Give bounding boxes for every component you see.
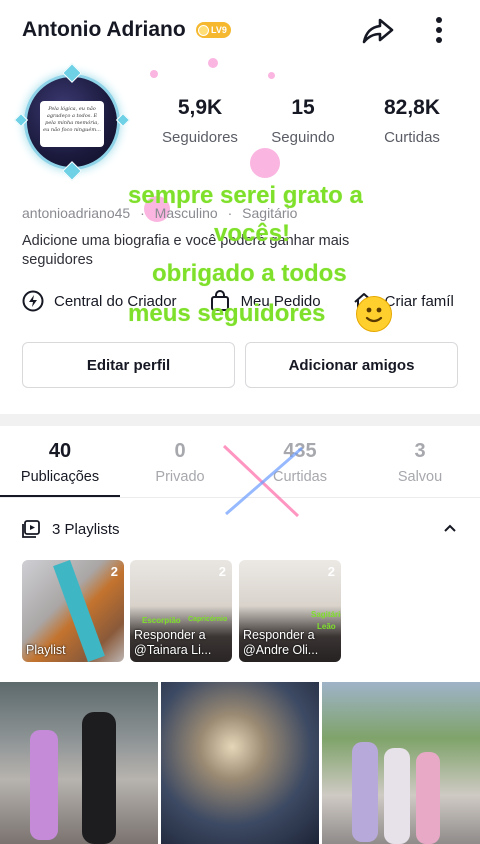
stat-followers[interactable]: 5,9K Seguidores	[150, 96, 250, 146]
avatar-frame[interactable]: Pela lógica, eu não agradeço a todos. E …	[13, 63, 131, 181]
smile-emoji-icon	[356, 296, 392, 332]
stat-followers-value: 5,9K	[177, 96, 223, 119]
tab-saved-count: 3	[414, 440, 426, 462]
sparkle-effect	[208, 58, 218, 68]
username: antonioadriano45	[22, 205, 131, 221]
sparkle-effect	[250, 148, 280, 178]
stat-following-value: 15	[291, 96, 315, 119]
coin-icon	[198, 24, 209, 36]
stat-likes[interactable]: 82,8K Curtidas	[356, 96, 468, 146]
playlist-count: 2	[327, 564, 335, 579]
level-badge-text: LV9	[211, 25, 227, 35]
playlist-title: Responder a @Andre Oli...	[243, 628, 319, 657]
playlist-count: 2	[218, 564, 226, 579]
tab-saved[interactable]: 3 Salvou	[360, 440, 480, 485]
profile-name: Antonio Adriano	[22, 18, 186, 41]
tab-posts-count: 40	[48, 440, 72, 462]
thumb-figure	[416, 752, 440, 844]
section-divider	[0, 414, 480, 426]
sparkle-effect	[150, 70, 158, 78]
active-tab-indicator	[0, 495, 120, 497]
sparkle-effect	[268, 72, 275, 79]
thumb-tag: Sagitário	[311, 610, 341, 619]
light-streak-effect	[222, 444, 303, 518]
overlay-text-line-4: meus seguidores	[128, 300, 326, 327]
more-icon[interactable]	[424, 14, 454, 50]
video-thumbnail[interactable]	[322, 682, 480, 844]
thumb-tag: Capricórnio	[188, 616, 228, 623]
playlist-count: 2	[110, 564, 118, 579]
chevron-up-icon[interactable]	[442, 520, 458, 536]
thumb-figure	[352, 742, 378, 842]
profile-header: Antonio Adriano LV9	[0, 0, 480, 62]
overlay-text-line-3: obrigado a todos	[152, 260, 347, 287]
edit-profile-button[interactable]: Editar perfil	[22, 342, 235, 388]
video-thumbnail[interactable]	[161, 682, 319, 844]
playlist-card[interactable]: Sagitário Leão 2 Responder a @Andre Oli.…	[239, 560, 341, 662]
stat-following-label: Seguindo	[271, 129, 335, 146]
tab-saved-label: Salvou	[397, 469, 443, 485]
overlay-text-line-2: vocês!	[214, 220, 291, 247]
stat-likes-value: 82,8K	[383, 96, 441, 119]
thumb-figure	[30, 730, 58, 840]
avatar: Pela lógica, eu não agradeço a todos. E …	[24, 74, 120, 170]
create-family-label: Criar famíl	[384, 292, 454, 310]
video-thumbnail[interactable]	[0, 682, 158, 844]
stat-following[interactable]: 15 Seguindo	[250, 96, 356, 146]
avatar-quote-card: Pela lógica, eu não agradeço a todos. E …	[40, 101, 104, 147]
playlist-icon	[22, 520, 40, 538]
level-badge[interactable]: LV9	[196, 22, 231, 38]
playlist-title: Responder a @Tainara Li...	[134, 628, 212, 657]
playlist-card[interactable]: Escorpião Capricórnio 2 Responder a @Tai…	[130, 560, 232, 662]
thumb-tag: Escorpião	[142, 616, 181, 625]
tab-posts[interactable]: 40 Publicações	[0, 440, 120, 485]
playlist-title: Playlist	[26, 643, 66, 657]
stat-followers-label: Seguidores	[162, 129, 238, 146]
share-icon[interactable]	[360, 14, 396, 50]
playlist-card[interactable]: 2 Playlist	[22, 560, 124, 662]
add-friends-button[interactable]: Adicionar amigos	[245, 342, 458, 388]
thumb-figure	[82, 712, 116, 844]
profile-stats: 5,9K Seguidores 15 Seguindo 82,8K Curtid…	[150, 96, 470, 146]
bolt-icon	[22, 290, 44, 312]
tab-posts-label: Publicações	[20, 469, 100, 485]
overlay-text-line-1: sempre serei grato a	[128, 182, 363, 209]
playlists-count-label: 3 Playlists	[52, 520, 120, 538]
thumb-figure	[384, 748, 410, 844]
stat-likes-label: Curtidas	[384, 129, 440, 146]
